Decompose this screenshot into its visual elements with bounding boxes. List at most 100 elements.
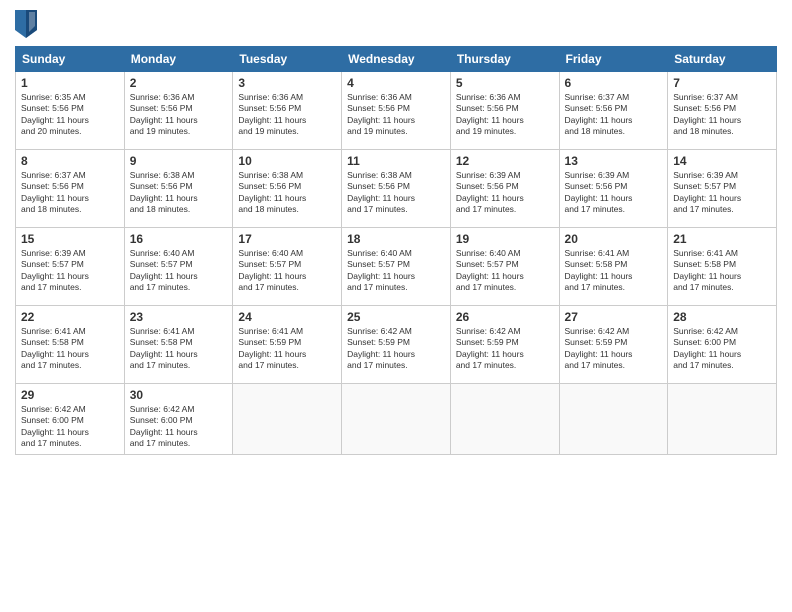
calendar-cell: 18Sunrise: 6:40 AMSunset: 5:57 PMDayligh… xyxy=(342,228,451,306)
day-number: 30 xyxy=(130,388,228,402)
day-info: Sunrise: 6:42 AMSunset: 5:59 PMDaylight:… xyxy=(456,326,554,372)
calendar-cell: 30 Sunrise: 6:42 AMSunset: 6:00 PMDayligh… xyxy=(124,384,233,455)
calendar-cell: 17 Sunrise: 6:40 AMSunset: 5:57 PMDayligh… xyxy=(233,228,342,306)
day-info: Sunrise: 6:42 AMSunset: 5:59 PMDaylight:… xyxy=(347,326,445,372)
calendar-cell: 24 Sunrise: 6:41 AMSunset: 5:59 PMDayligh… xyxy=(233,306,342,384)
day-info: Sunrise: 6:37 AMSunset: 5:56 PMDaylight:… xyxy=(21,170,119,216)
calendar-cell: 28Sunrise: 6:42 AMSunset: 6:00 PMDayligh… xyxy=(668,306,777,384)
calendar-cell: 3 Sunrise: 6:36 AMSunset: 5:56 PMDaylight… xyxy=(233,72,342,150)
calendar-cell: 7Sunrise: 6:37 AMSunset: 5:56 PMDaylight… xyxy=(668,72,777,150)
calendar-header-sunday: Sunday xyxy=(16,47,125,72)
calendar-cell: 10 Sunrise: 6:38 AMSunset: 5:56 PMDayligh… xyxy=(233,150,342,228)
day-info: Sunrise: 6:41 AMSunset: 5:58 PMDaylight:… xyxy=(21,326,119,372)
calendar-cell: 5 Sunrise: 6:36 AMSunset: 5:56 PMDaylight… xyxy=(450,72,559,150)
day-info: Sunrise: 6:42 AMSunset: 5:59 PMDaylight:… xyxy=(565,326,663,372)
calendar-cell: 25 Sunrise: 6:42 AMSunset: 5:59 PMDayligh… xyxy=(342,306,451,384)
calendar-cell: 19 Sunrise: 6:40 AMSunset: 5:57 PMDayligh… xyxy=(450,228,559,306)
day-info: Sunrise: 6:39 AMSunset: 5:57 PMDaylight:… xyxy=(673,170,771,216)
day-number: 6 xyxy=(565,76,663,90)
calendar-header-wednesday: Wednesday xyxy=(342,47,451,72)
calendar-cell: 15Sunrise: 6:39 AMSunset: 5:57 PMDayligh… xyxy=(16,228,125,306)
calendar-cell xyxy=(450,384,559,455)
calendar-week-row: 8 Sunrise: 6:37 AMSunset: 5:56 PMDaylight… xyxy=(16,150,777,228)
day-number: 4 xyxy=(347,76,445,90)
day-number: 12 xyxy=(456,154,554,168)
page: SundayMondayTuesdayWednesdayThursdayFrid… xyxy=(0,0,792,612)
day-number: 2 xyxy=(130,76,228,90)
day-number: 3 xyxy=(238,76,336,90)
day-info: Sunrise: 6:41 AMSunset: 5:58 PMDaylight:… xyxy=(673,248,771,294)
day-info: Sunrise: 6:41 AMSunset: 5:58 PMDaylight:… xyxy=(565,248,663,294)
calendar-cell xyxy=(668,384,777,455)
calendar-cell: 1Sunrise: 6:35 AMSunset: 5:56 PMDaylight… xyxy=(16,72,125,150)
day-info: Sunrise: 6:42 AMSunset: 6:00 PMDaylight:… xyxy=(21,404,119,450)
day-info: Sunrise: 6:38 AMSunset: 5:56 PMDaylight:… xyxy=(238,170,336,216)
day-info: Sunrise: 6:40 AMSunset: 5:57 PMDaylight:… xyxy=(238,248,336,294)
calendar-cell: 20 Sunrise: 6:41 AMSunset: 5:58 PMDayligh… xyxy=(559,228,668,306)
calendar-cell: 9Sunrise: 6:38 AMSunset: 5:56 PMDaylight… xyxy=(124,150,233,228)
logo-icon xyxy=(15,10,37,38)
day-number: 26 xyxy=(456,310,554,324)
day-number: 29 xyxy=(21,388,119,402)
day-number: 21 xyxy=(673,232,771,246)
day-number: 17 xyxy=(238,232,336,246)
calendar-cell: 26 Sunrise: 6:42 AMSunset: 5:59 PMDayligh… xyxy=(450,306,559,384)
calendar-table: SundayMondayTuesdayWednesdayThursdayFrid… xyxy=(15,46,777,455)
calendar-cell: 22 Sunrise: 6:41 AMSunset: 5:58 PMDayligh… xyxy=(16,306,125,384)
calendar-cell: 4 Sunrise: 6:36 AMSunset: 5:56 PMDaylight… xyxy=(342,72,451,150)
calendar-cell: 14 Sunrise: 6:39 AMSunset: 5:57 PMDayligh… xyxy=(668,150,777,228)
day-number: 25 xyxy=(347,310,445,324)
calendar-cell: 16Sunrise: 6:40 AMSunset: 5:57 PMDayligh… xyxy=(124,228,233,306)
day-number: 5 xyxy=(456,76,554,90)
day-info: Sunrise: 6:40 AMSunset: 5:57 PMDaylight:… xyxy=(456,248,554,294)
calendar-week-row: 15Sunrise: 6:39 AMSunset: 5:57 PMDayligh… xyxy=(16,228,777,306)
day-number: 19 xyxy=(456,232,554,246)
day-number: 1 xyxy=(21,76,119,90)
calendar-header-saturday: Saturday xyxy=(668,47,777,72)
calendar-week-row: 29 Sunrise: 6:42 AMSunset: 6:00 PMDayligh… xyxy=(16,384,777,455)
day-info: Sunrise: 6:39 AMSunset: 5:56 PMDaylight:… xyxy=(456,170,554,216)
day-info: Sunrise: 6:37 AMSunset: 5:56 PMDaylight:… xyxy=(565,92,663,138)
day-number: 7 xyxy=(673,76,771,90)
calendar-header-tuesday: Tuesday xyxy=(233,47,342,72)
day-number: 28 xyxy=(673,310,771,324)
day-info: Sunrise: 6:36 AMSunset: 5:56 PMDaylight:… xyxy=(456,92,554,138)
calendar-cell: 12 Sunrise: 6:39 AMSunset: 5:56 PMDayligh… xyxy=(450,150,559,228)
day-number: 8 xyxy=(21,154,119,168)
day-info: Sunrise: 6:36 AMSunset: 5:56 PMDaylight:… xyxy=(347,92,445,138)
calendar-week-row: 1Sunrise: 6:35 AMSunset: 5:56 PMDaylight… xyxy=(16,72,777,150)
day-number: 24 xyxy=(238,310,336,324)
day-number: 16 xyxy=(130,232,228,246)
day-number: 15 xyxy=(21,232,119,246)
day-info: Sunrise: 6:39 AMSunset: 5:56 PMDaylight:… xyxy=(565,170,663,216)
calendar-cell: 29 Sunrise: 6:42 AMSunset: 6:00 PMDayligh… xyxy=(16,384,125,455)
day-number: 18 xyxy=(347,232,445,246)
day-number: 22 xyxy=(21,310,119,324)
day-info: Sunrise: 6:36 AMSunset: 5:56 PMDaylight:… xyxy=(238,92,336,138)
calendar-cell xyxy=(233,384,342,455)
calendar-cell: 6 Sunrise: 6:37 AMSunset: 5:56 PMDaylight… xyxy=(559,72,668,150)
calendar-header-thursday: Thursday xyxy=(450,47,559,72)
day-number: 11 xyxy=(347,154,445,168)
calendar-cell: 23 Sunrise: 6:41 AMSunset: 5:58 PMDayligh… xyxy=(124,306,233,384)
calendar-cell: 13Sunrise: 6:39 AMSunset: 5:56 PMDayligh… xyxy=(559,150,668,228)
day-info: Sunrise: 6:41 AMSunset: 5:58 PMDaylight:… xyxy=(130,326,228,372)
calendar-cell xyxy=(559,384,668,455)
calendar-cell: 8 Sunrise: 6:37 AMSunset: 5:56 PMDaylight… xyxy=(16,150,125,228)
calendar-header-monday: Monday xyxy=(124,47,233,72)
day-info: Sunrise: 6:36 AMSunset: 5:56 PMDaylight:… xyxy=(130,92,228,138)
calendar-header-friday: Friday xyxy=(559,47,668,72)
day-number: 14 xyxy=(673,154,771,168)
calendar-cell xyxy=(342,384,451,455)
day-number: 9 xyxy=(130,154,228,168)
calendar-cell: 21 Sunrise: 6:41 AMSunset: 5:58 PMDayligh… xyxy=(668,228,777,306)
calendar-cell: 27 Sunrise: 6:42 AMSunset: 5:59 PMDayligh… xyxy=(559,306,668,384)
day-number: 23 xyxy=(130,310,228,324)
calendar-week-row: 22 Sunrise: 6:41 AMSunset: 5:58 PMDayligh… xyxy=(16,306,777,384)
day-info: Sunrise: 6:42 AMSunset: 6:00 PMDaylight:… xyxy=(130,404,228,450)
day-number: 20 xyxy=(565,232,663,246)
day-number: 27 xyxy=(565,310,663,324)
calendar-header-row: SundayMondayTuesdayWednesdayThursdayFrid… xyxy=(16,47,777,72)
day-info: Sunrise: 6:41 AMSunset: 5:59 PMDaylight:… xyxy=(238,326,336,372)
day-number: 10 xyxy=(238,154,336,168)
